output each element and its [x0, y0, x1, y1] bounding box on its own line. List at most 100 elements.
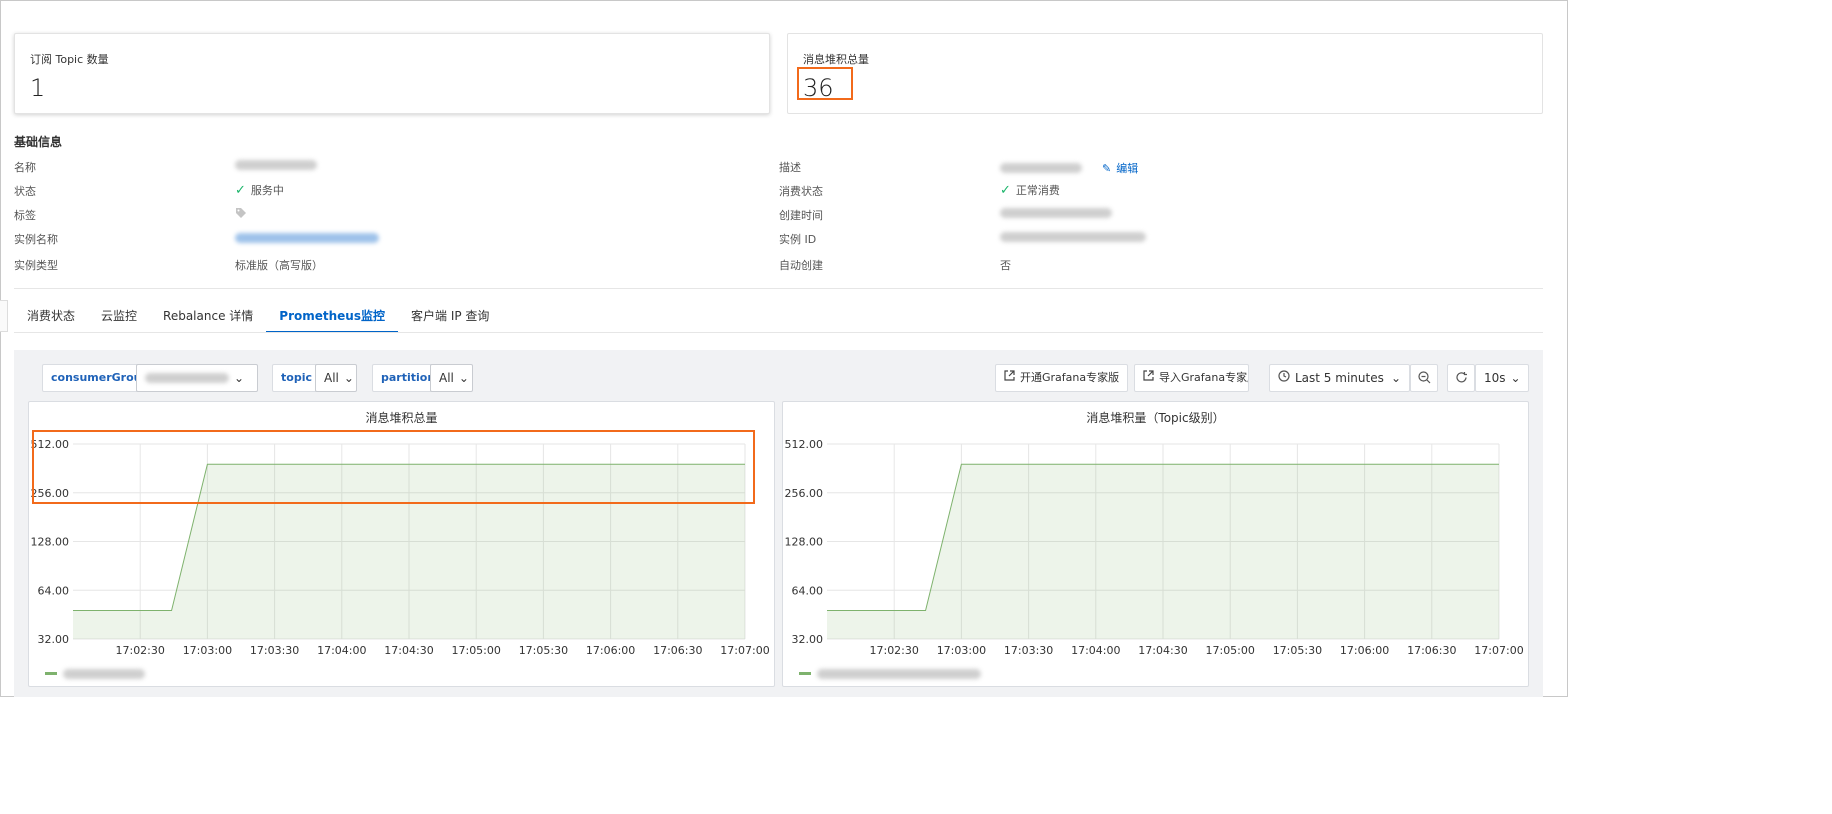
- series-area: [827, 464, 1499, 639]
- x-tick-label: 17:06:30: [653, 644, 702, 657]
- chevron-down-icon: ⌄: [1510, 371, 1521, 385]
- instance-id-label: 实例 ID: [779, 233, 817, 246]
- chart-highlight-box: [32, 430, 755, 504]
- open-grafana-button[interactable]: 开通Grafana专家版: [995, 364, 1129, 392]
- auto-create-value: 否: [1000, 259, 1011, 272]
- created-time-value: [1000, 208, 1112, 218]
- tab-client-ip-query[interactable]: 客户端 IP 查询: [398, 300, 502, 333]
- external-link-icon: [1004, 365, 1015, 391]
- x-tick-label: 17:06:30: [1407, 644, 1456, 657]
- refresh-button[interactable]: [1447, 364, 1475, 392]
- instance-type-value: 标准版（高写版）: [235, 259, 323, 272]
- clock-icon: [1278, 365, 1290, 391]
- import-grafana-button[interactable]: 导入Grafana专家版: [1134, 364, 1249, 392]
- section-divider: [14, 288, 1543, 289]
- description-label: 描述: [779, 161, 801, 174]
- chart-panel-topic-backlog: 消息堆积量（Topic级别） 512.00 256.00 128.00 64.00 32…: [782, 401, 1529, 687]
- backlog-label: 消息堆积总量: [803, 53, 869, 66]
- x-tick-label: 17:04:30: [384, 644, 433, 657]
- import-grafana-label: 导入Grafana专家版: [1159, 371, 1249, 384]
- chevron-down-icon: ⌄: [1390, 371, 1401, 385]
- topic-backlog-chart[interactable]: 512.00 256.00 128.00 64.00 32.00 17:02:30 17:0…: [783, 402, 1530, 688]
- y-tick-label: 32.00: [38, 633, 70, 646]
- x-tick-label: 17:02:30: [115, 644, 164, 657]
- status-text: 服务中: [250, 184, 284, 197]
- check-icon: ✓: [235, 182, 246, 198]
- auto-create-label: 自动创建: [779, 259, 823, 272]
- consume-status-text: 正常消费: [1015, 184, 1060, 197]
- edit-icon[interactable]: ✎: [1102, 162, 1111, 175]
- x-tick-label: 17:05:00: [1205, 644, 1254, 657]
- y-tick-label: 128.00: [785, 536, 824, 549]
- x-tick-label: 17:02:30: [869, 644, 918, 657]
- sidebar-collapse-handle[interactable]: [0, 300, 8, 332]
- chevron-down-icon: ⌄: [343, 371, 354, 385]
- description-value: ✎ 编辑: [1000, 160, 1138, 176]
- time-range-picker[interactable]: Last 5 minutes ⌄: [1269, 364, 1410, 392]
- tab-prometheus-monitor[interactable]: Prometheus监控: [266, 300, 398, 333]
- tags-value[interactable]: [235, 207, 247, 222]
- consume-status-value: ✓ 正常消费: [1000, 182, 1060, 198]
- instance-name-link[interactable]: [235, 233, 379, 243]
- topic-count-label: 订阅 Topic 数量: [30, 53, 109, 66]
- external-link-icon: [1143, 365, 1154, 391]
- instance-id-value: [1000, 232, 1146, 242]
- partition-select-value: All: [439, 371, 454, 385]
- status-value: ✓ 服务中: [235, 182, 284, 198]
- tab-divider: [14, 332, 1543, 333]
- zoom-out-button[interactable]: [1410, 364, 1438, 392]
- legend-swatch: [799, 672, 811, 675]
- topic-variable-label: topic: [272, 364, 321, 392]
- refresh-icon: [1455, 372, 1468, 388]
- chevron-down-icon: ⌄: [234, 371, 245, 385]
- x-tick-label: 17:03:30: [250, 644, 299, 657]
- refresh-interval-label: 10s: [1484, 371, 1506, 385]
- refresh-interval-picker[interactable]: 10s ⌄: [1475, 364, 1529, 392]
- x-tick-label: 17:03:30: [1004, 644, 1053, 657]
- x-tick-label: 17:07:00: [720, 644, 769, 657]
- instance-type-label: 实例类型: [14, 259, 58, 272]
- created-time-label: 创建时间: [779, 209, 823, 222]
- name-label: 名称: [14, 161, 36, 174]
- backlog-highlight-box: [797, 67, 853, 100]
- tab-cloud-monitor[interactable]: 云监控: [88, 300, 150, 333]
- legend-swatch: [45, 672, 57, 675]
- x-tick-label: 17:04:00: [1071, 644, 1120, 657]
- y-tick-label: 512.00: [785, 438, 824, 451]
- x-tick-label: 17:04:30: [1138, 644, 1187, 657]
- instance-name-label: 实例名称: [14, 233, 58, 246]
- x-tick-label: 17:06:00: [1340, 644, 1389, 657]
- x-tick-label: 17:04:00: [317, 644, 366, 657]
- status-label: 状态: [14, 185, 36, 198]
- open-grafana-label: 开通Grafana专家版: [1020, 371, 1120, 384]
- y-tick-label: 128.00: [31, 536, 70, 549]
- x-tick-label: 17:05:30: [519, 644, 568, 657]
- x-tick-label: 17:05:00: [451, 644, 500, 657]
- topic-count-value: 1: [30, 74, 46, 102]
- consumer-group-select[interactable]: ⌄: [136, 364, 258, 392]
- check-icon: ✓: [1000, 182, 1011, 198]
- y-tick-label: 64.00: [38, 584, 70, 597]
- x-tick-label: 17:03:00: [183, 644, 232, 657]
- tab-rebalance-details[interactable]: Rebalance 详情: [150, 300, 266, 333]
- x-tick-label: 17:07:00: [1474, 644, 1523, 657]
- zoom-out-icon: [1417, 371, 1431, 388]
- y-tick-label: 32.00: [792, 633, 824, 646]
- chevron-down-icon: ⌄: [458, 371, 469, 385]
- time-range-label: Last 5 minutes: [1295, 371, 1384, 385]
- basic-info-title: 基础信息: [14, 135, 63, 149]
- backlog-card: 消息堆积总量 36: [787, 33, 1543, 114]
- partition-select[interactable]: All ⌄: [430, 364, 473, 392]
- x-tick-label: 17:03:00: [937, 644, 986, 657]
- tab-consume-status[interactable]: 消费状态: [14, 300, 88, 333]
- topic-count-card: 订阅 Topic 数量 1: [14, 33, 770, 114]
- edit-link[interactable]: 编辑: [1116, 160, 1138, 176]
- name-value: [235, 160, 317, 170]
- tag-icon[interactable]: [235, 207, 247, 222]
- y-tick-label: 64.00: [792, 584, 824, 597]
- consume-status-label: 消费状态: [779, 185, 823, 198]
- x-tick-label: 17:06:00: [586, 644, 635, 657]
- tags-label: 标签: [14, 209, 36, 222]
- tab-bar: 消费状态 云监控 Rebalance 详情 Prometheus监控 客户端 I…: [14, 300, 502, 333]
- topic-select[interactable]: All ⌄: [315, 364, 357, 392]
